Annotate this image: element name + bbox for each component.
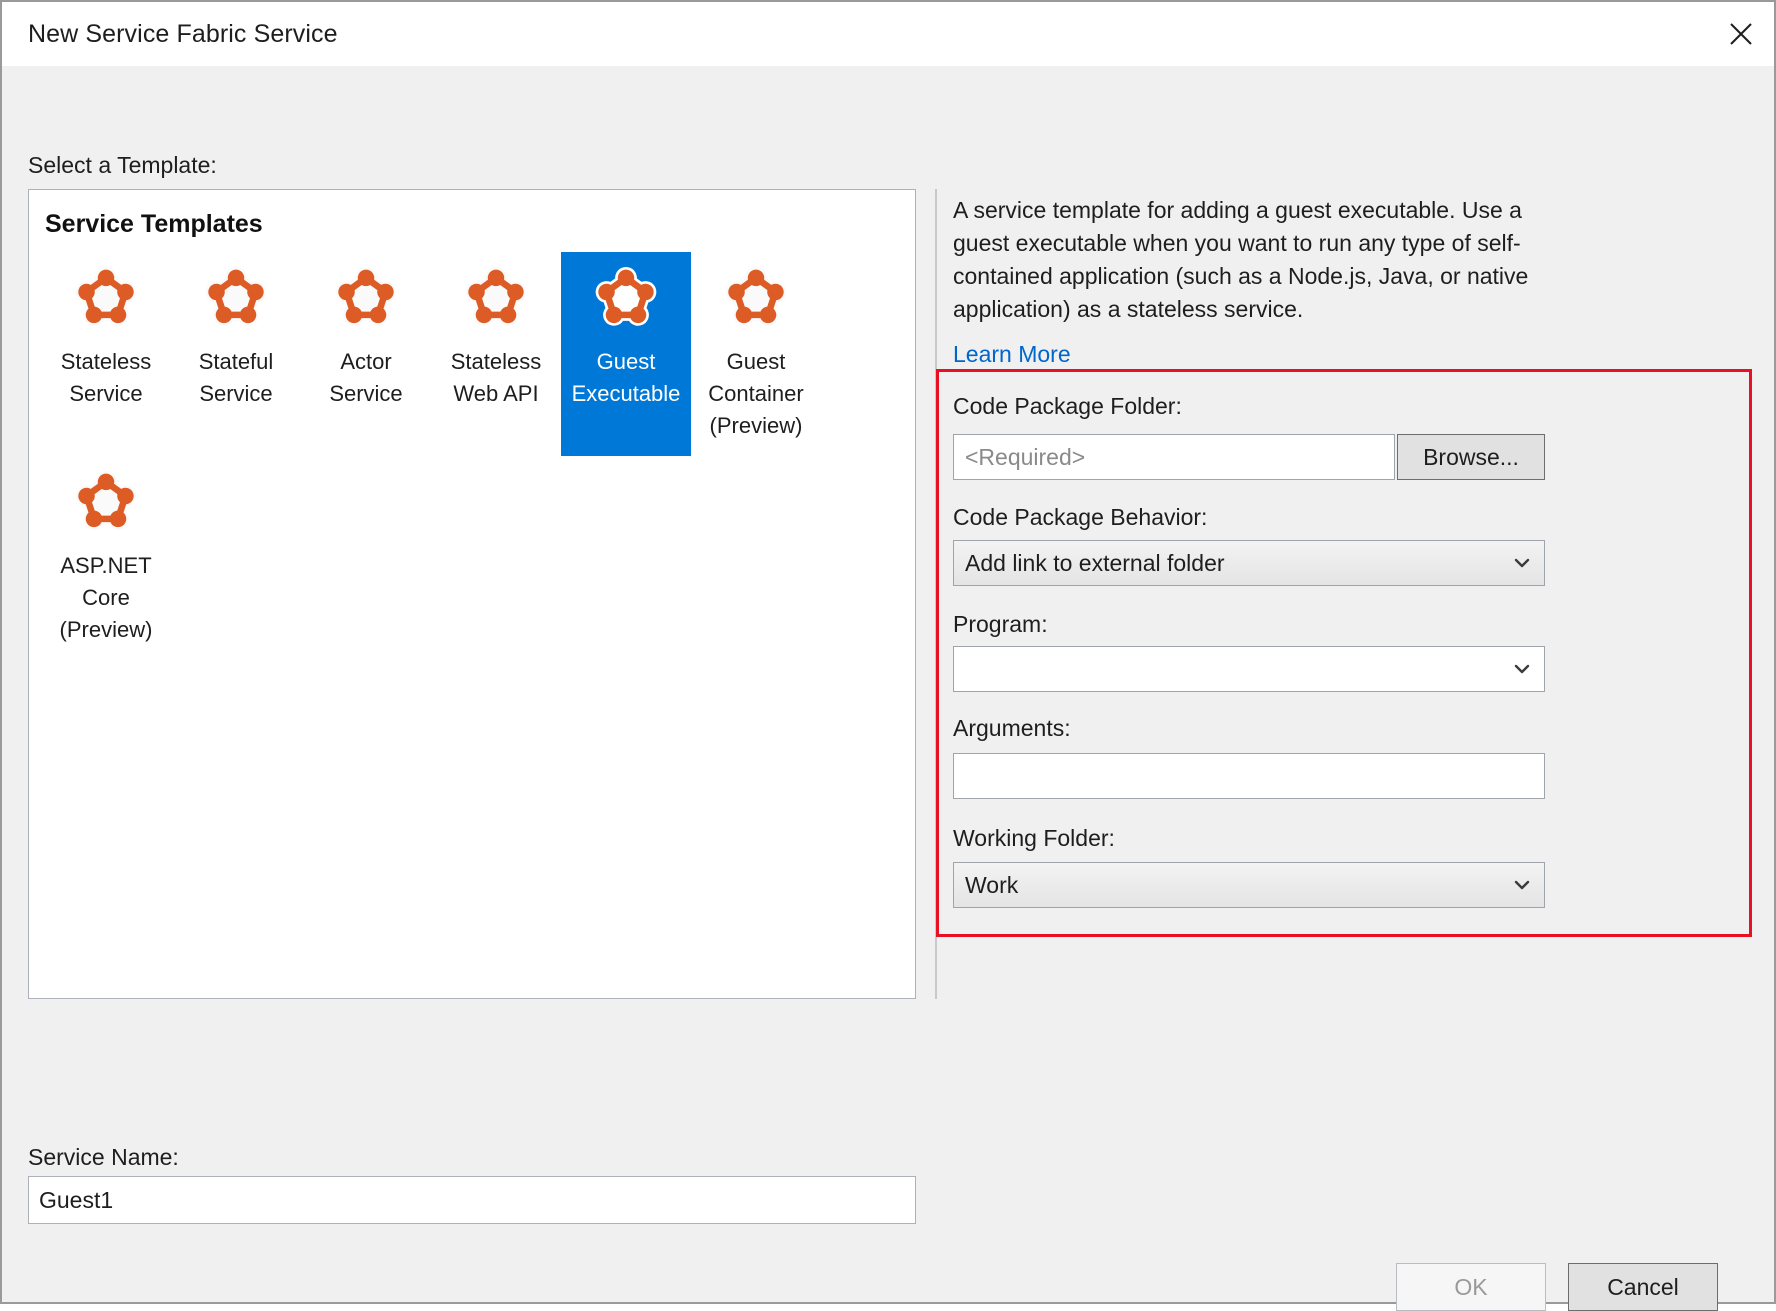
arguments-label: Arguments: [953,715,1071,741]
service-fabric-icon [73,468,139,534]
working-folder-value: Work [965,871,1019,898]
service-fabric-icon [203,264,269,330]
program-label: Program: [953,611,1048,637]
template-tile[interactable]: ASP.NET Core (Preview) [41,456,171,660]
template-tile[interactable]: Stateless Web API [431,252,561,456]
template-tile-label: Guest Container (Preview) [708,349,804,438]
service-templates-list[interactable]: Service Templates Stateless Service State… [28,189,916,999]
code-package-behavior-select[interactable]: Add link to external folder [953,540,1545,586]
close-button[interactable] [1708,3,1774,65]
arguments-input[interactable] [953,753,1545,799]
close-icon [1728,21,1754,47]
template-tile[interactable]: Stateful Service [171,252,301,456]
chevron-down-icon [1511,658,1533,680]
dialog-body: Select a Template: Service Templates Sta… [2,66,1774,1311]
vertical-splitter[interactable] [935,189,937,999]
service-fabric-icon [463,264,529,330]
template-tile-label: Stateless Web API [450,349,542,406]
chevron-down-icon [1511,874,1533,896]
code-package-behavior-label: Code Package Behavior: [953,504,1208,530]
template-tiles-container: Stateless Service Stateful Service Actor S… [41,252,911,660]
template-tile-label: ASP.NET Core (Preview) [59,553,153,642]
program-select[interactable] [953,646,1545,692]
template-tile-label: Guest Executable [571,349,681,406]
service-fabric-icon [73,264,139,330]
window-title: New Service Fabric Service [28,19,338,48]
service-fabric-icon [723,264,789,330]
template-tile[interactable]: Guest Executable [561,252,691,456]
working-folder-select[interactable]: Work [953,862,1545,908]
template-tile-label: Stateful Service [198,349,274,406]
service-fabric-icon [333,264,399,330]
working-folder-label: Working Folder: [953,825,1115,851]
template-description: A service template for adding a guest ex… [953,197,1529,322]
new-service-fabric-service-dialog: New Service Fabric Service Select a Temp… [0,0,1776,1311]
browse-button[interactable]: Browse... [1397,434,1545,480]
learn-more-link[interactable]: Learn More [953,341,1071,368]
code-package-behavior-value: Add link to external folder [965,549,1225,576]
template-tile[interactable]: Guest Container (Preview) [691,252,821,456]
template-tile-label: Actor Service [329,349,403,406]
template-tile[interactable]: Actor Service [301,252,431,456]
chevron-down-icon [1511,552,1533,574]
code-package-folder-label: Code Package Folder: [953,393,1182,419]
code-package-folder-input[interactable] [953,434,1395,480]
templates-group-title: Service Templates [45,210,263,238]
service-name-label: Service Name: [28,1144,179,1170]
template-tile-label: Stateless Service [60,349,152,406]
template-tile[interactable]: Stateless Service [41,252,171,456]
service-fabric-icon [593,264,659,330]
select-template-label: Select a Template: [28,152,217,178]
service-name-input[interactable] [28,1176,916,1224]
title-bar: New Service Fabric Service [2,2,1774,66]
